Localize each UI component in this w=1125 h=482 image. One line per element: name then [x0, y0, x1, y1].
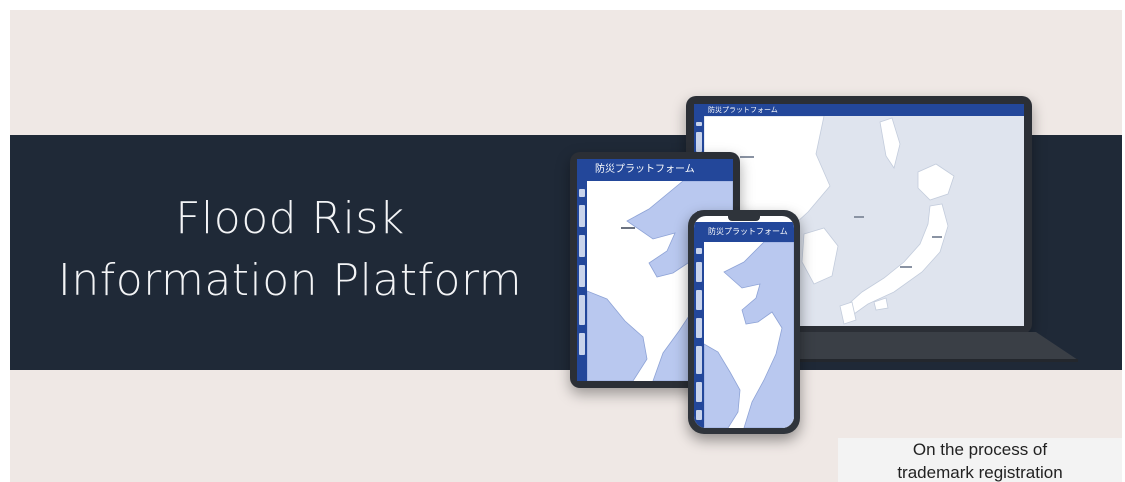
- phone-side-nav: [694, 242, 704, 428]
- laptop-app-header: 防災プラットフォーム: [694, 104, 1024, 116]
- tablet-app-header: 防災プラットフォーム: [577, 159, 733, 181]
- phone-app-header: 防災プラットフォーム: [694, 222, 794, 242]
- trademark-note-line-1: On the process of: [912, 440, 1048, 459]
- hero-banner: Flood Risk Information Platform 防災プラットフォ…: [10, 10, 1122, 482]
- trademark-note: On the process of trademark registration: [838, 438, 1122, 482]
- phone-notch: [728, 216, 760, 221]
- banner-title-line-2: Information Platform: [57, 255, 523, 306]
- phone-device: 防災プラットフォーム: [688, 210, 800, 434]
- phone-map: [704, 242, 794, 428]
- phone-screen: 防災プラットフォーム: [694, 216, 794, 428]
- trademark-note-line-2: trademark registration: [897, 463, 1063, 482]
- banner-title-line-1: Flood Risk: [175, 193, 405, 244]
- tablet-side-nav: [577, 181, 587, 381]
- banner-title: Flood Risk Information Platform: [30, 188, 550, 312]
